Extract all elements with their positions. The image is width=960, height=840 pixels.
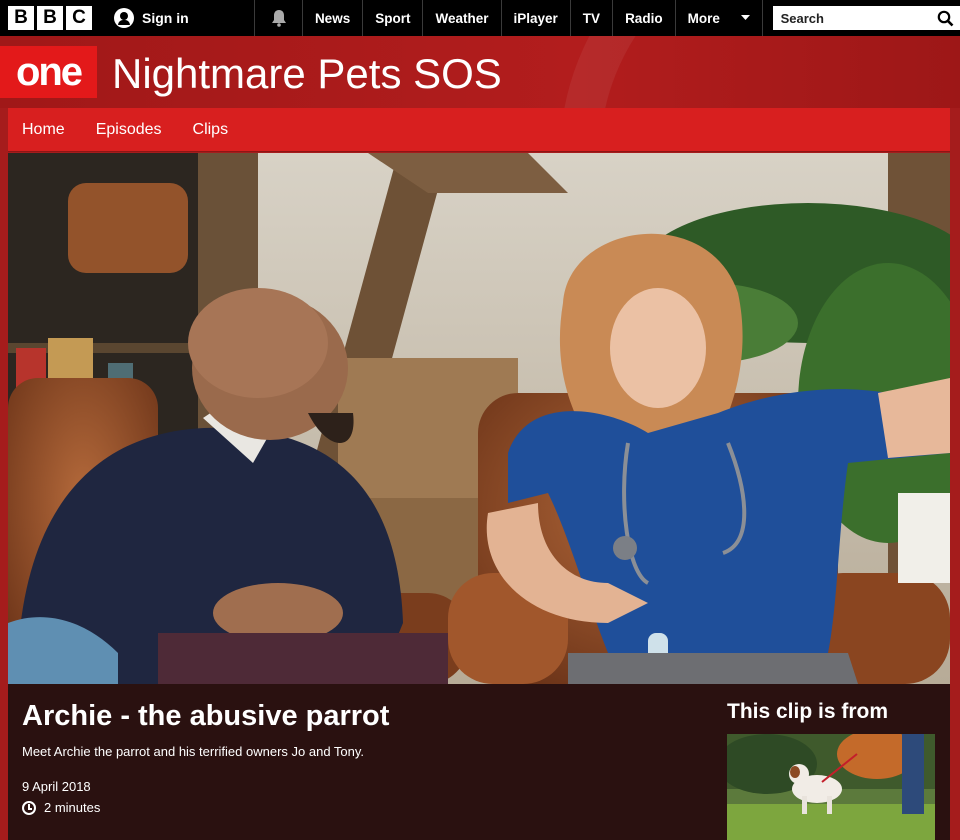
programme-title[interactable]: Nightmare Pets SOS (112, 50, 502, 98)
clip-video-player[interactable] (8, 153, 950, 684)
nav-more-button[interactable]: More (674, 0, 763, 36)
search-input[interactable]: Search (772, 6, 960, 30)
nav-link-tv[interactable]: TV (569, 0, 612, 36)
masthead-decoration (560, 36, 960, 108)
clip-source-heading: This clip is from (727, 700, 889, 723)
bbc-one-logo[interactable]: one (0, 46, 97, 98)
source-episode-thumbnail[interactable] (727, 734, 935, 840)
bbc-logo-letter: B (37, 6, 63, 30)
nav-link-sport[interactable]: Sport (362, 0, 422, 36)
prog-nav-episodes[interactable]: Episodes (96, 121, 162, 139)
bell-icon (271, 10, 286, 27)
nav-link-radio[interactable]: Radio (612, 0, 675, 36)
clip-duration: 2 minutes (22, 800, 100, 815)
search-icon (937, 10, 954, 26)
prog-nav-clips[interactable]: Clips (193, 121, 229, 139)
clip-date: 9 April 2018 (22, 779, 91, 794)
caret-down-icon (740, 15, 750, 20)
global-nav-links: News Sport Weather iPlayer TV Radio More (301, 0, 763, 36)
programme-masthead: one Nightmare Pets SOS (0, 36, 960, 108)
clip-duration-text: 2 minutes (44, 800, 101, 815)
clip-details-panel: Archie - the abusive parrot Meet Archie … (8, 684, 950, 840)
clip-description: Meet Archie the parrot and his terrified… (22, 744, 365, 759)
clock-icon (22, 800, 36, 815)
clip-still-image (8, 153, 950, 684)
sign-in-link[interactable]: Sign in (114, 0, 254, 36)
nav-more-label: More (687, 10, 720, 26)
bbc-logo-letter: B (8, 6, 34, 30)
clip-title: Archie - the abusive parrot (22, 700, 390, 732)
bbc-global-nav: B B C Sign in News Sport Weather iPlayer… (0, 0, 960, 36)
nav-link-iplayer[interactable]: iPlayer (500, 0, 570, 36)
user-icon (114, 8, 134, 28)
episode-thumbnail-image (727, 734, 935, 840)
bbc-logo-letter: C (66, 6, 92, 30)
bbc-logo[interactable]: B B C (8, 6, 92, 30)
programme-nav: Home Episodes Clips (8, 108, 950, 152)
notifications-button[interactable] (255, 0, 302, 36)
nav-link-weather[interactable]: Weather (422, 0, 500, 36)
nav-link-news[interactable]: News (301, 0, 362, 36)
prog-nav-home[interactable]: Home (22, 121, 65, 139)
search-placeholder: Search (780, 10, 824, 26)
sign-in-label: Sign in (142, 10, 189, 26)
